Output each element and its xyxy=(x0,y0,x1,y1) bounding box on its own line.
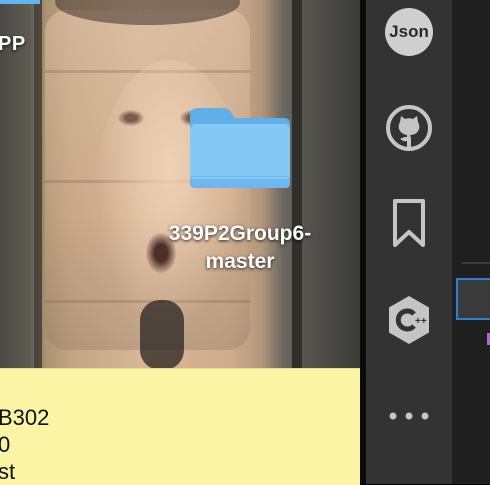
activity-more-button[interactable] xyxy=(383,390,435,442)
desktop-wallpaper: PP 339P2Group6- master xyxy=(0,0,360,368)
svg-text:++: ++ xyxy=(415,316,427,327)
wallpaper-neck xyxy=(140,300,184,368)
activity-bar: Json ++ xyxy=(366,0,452,484)
folder-icon[interactable] xyxy=(188,106,292,190)
wallpaper-face xyxy=(95,60,245,330)
activity-bookmarks-button[interactable] xyxy=(383,198,435,250)
desktop-item-label-partial[interactable]: PP xyxy=(0,33,26,56)
panel-divider xyxy=(462,262,490,264)
partial-selection-highlight xyxy=(0,0,40,4)
json-icon: Json xyxy=(385,8,433,56)
selected-tree-item-edge[interactable] xyxy=(456,278,490,320)
activity-github-button[interactable] xyxy=(383,102,435,154)
activity-json-button[interactable]: Json xyxy=(383,6,435,58)
wallpaper-frame-right xyxy=(292,0,302,368)
github-icon xyxy=(386,105,432,151)
activity-cpp-button[interactable]: ++ xyxy=(383,294,435,346)
cpp-icon: ++ xyxy=(389,296,429,344)
wallpaper-frame-left xyxy=(34,0,42,368)
sticky-note[interactable]: B302 0 st xyxy=(0,368,360,485)
sticky-note-line-1: B302 xyxy=(0,405,50,430)
sticky-note-line-3: st xyxy=(0,459,16,484)
bookmark-icon xyxy=(393,199,425,247)
wallpaper-eye xyxy=(118,110,144,126)
folder-name-line-2: master xyxy=(205,250,275,273)
side-panel-edge xyxy=(452,0,490,484)
folder-name-line-1: 339P2Group6- xyxy=(168,222,312,245)
more-horizontal-icon xyxy=(389,412,429,420)
sticky-note-line-2: 0 xyxy=(0,432,11,457)
folder-name-label[interactable]: 339P2Group6- master xyxy=(140,220,340,276)
